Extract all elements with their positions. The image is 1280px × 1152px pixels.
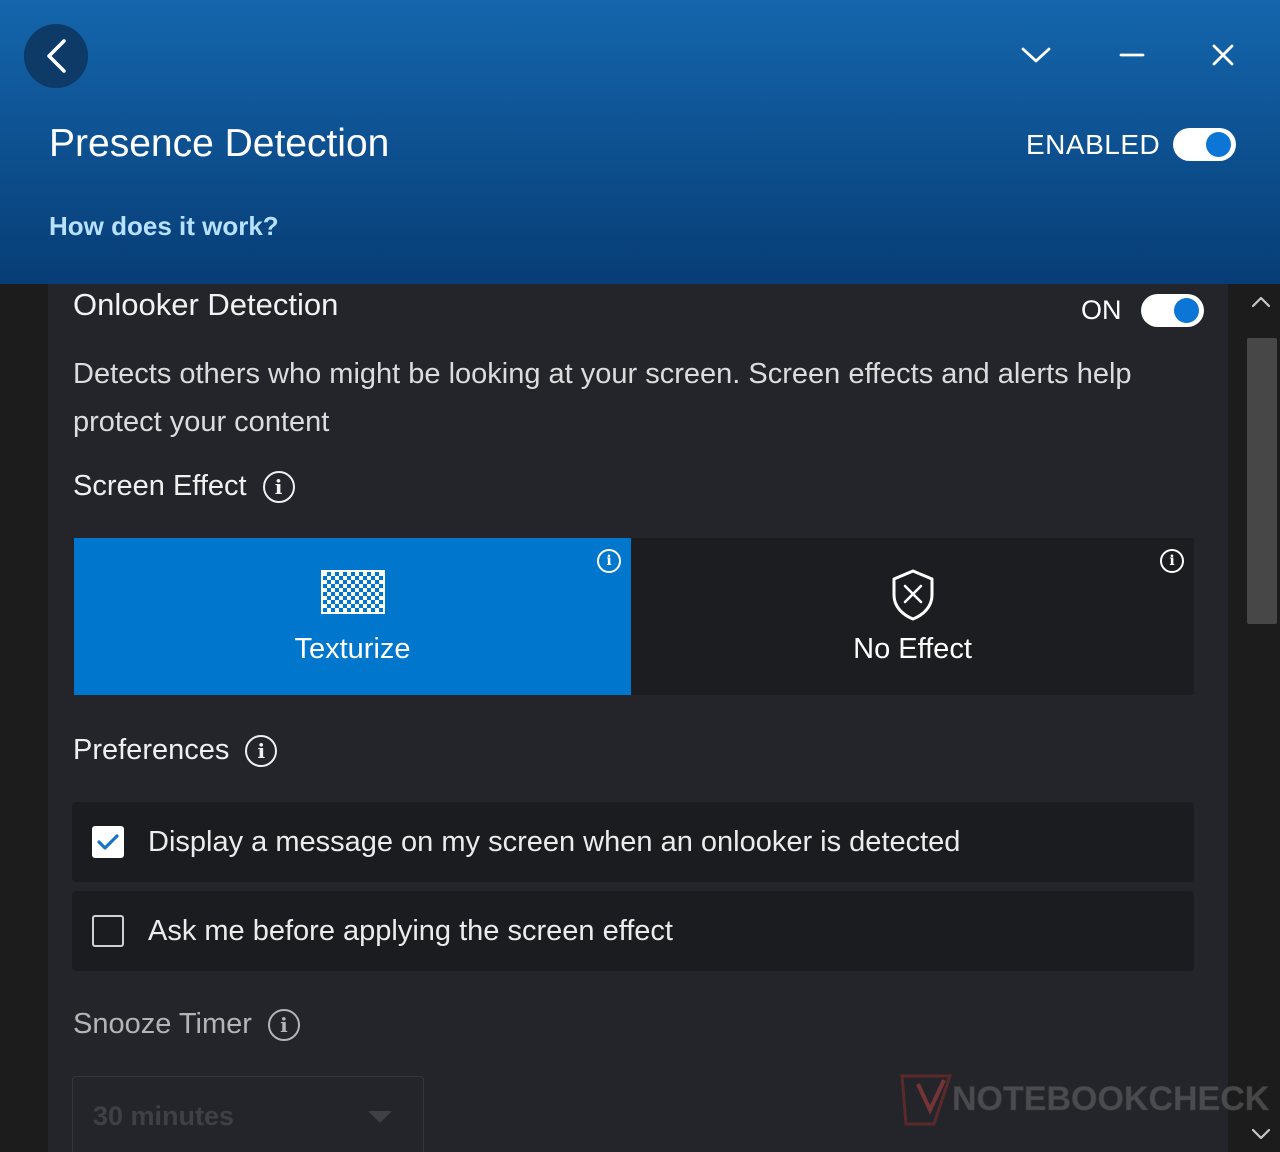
texturize-option[interactable]: Texturize i (74, 538, 631, 695)
snooze-timer-dropdown[interactable]: 30 minutes (72, 1076, 424, 1152)
toggle-knob (1206, 132, 1231, 157)
chevron-left-icon (47, 39, 66, 73)
screen-effect-label: Screen Effect (73, 470, 247, 502)
info-icon[interactable]: i (267, 1008, 300, 1041)
dropdown-arrow-icon (368, 1111, 392, 1123)
info-icon[interactable]: i (262, 470, 295, 503)
minimize-icon (1119, 53, 1145, 57)
no-effect-label: No Effect (853, 633, 972, 665)
checkmark-icon (97, 834, 119, 850)
shield-x-icon (892, 569, 934, 621)
minimize-button[interactable] (1107, 30, 1157, 80)
ask-before-label: Ask me before applying the screen effect (148, 914, 673, 947)
snooze-timer-label: Snooze Timer (73, 1008, 252, 1040)
no-effect-option[interactable]: No Effect i (631, 538, 1194, 695)
collapse-button[interactable] (1011, 30, 1061, 80)
close-icon (1212, 44, 1234, 66)
page-title: Presence Detection (49, 122, 390, 165)
screen-effect-heading: Screen Effect i (73, 470, 295, 503)
close-button[interactable] (1198, 30, 1248, 80)
checkerboard-icon (321, 570, 385, 614)
display-message-label: Display a message on my screen when an o… (148, 825, 961, 858)
ask-before-checkbox[interactable] (92, 915, 124, 947)
info-icon[interactable]: i (597, 549, 621, 573)
info-icon[interactable]: i (1160, 549, 1184, 573)
onlooker-description: Detects others who might be looking at y… (73, 358, 1132, 438)
header-bar: Presence Detection ENABLED How does it w… (0, 0, 1280, 284)
enabled-label: ENABLED (1026, 129, 1161, 160)
back-button[interactable] (24, 24, 88, 88)
preferences-heading: Preferences i (73, 734, 278, 767)
chevron-down-icon (1021, 47, 1051, 63)
watermark-text: NOTEBOOKCHECK (952, 1080, 1270, 1118)
how-does-it-work-link[interactable]: How does it work? (49, 211, 279, 242)
presence-detection-toggle[interactable] (1173, 128, 1236, 161)
onlooker-detection-title: Onlooker Detection (73, 287, 339, 322)
scroll-up-button[interactable] (1249, 290, 1273, 314)
preference-row-display-message[interactable]: Display a message on my screen when an o… (72, 802, 1194, 882)
scrollbar-thumb[interactable] (1247, 338, 1277, 624)
chevron-up-icon (1251, 296, 1271, 308)
toggle-knob (1174, 298, 1199, 323)
snooze-timer-value: 30 minutes (93, 1101, 235, 1131)
preferences-label: Preferences (73, 734, 230, 766)
onlooker-toggle-label: ON (1081, 295, 1122, 325)
snooze-timer-heading: Snooze Timer i (73, 1008, 300, 1041)
preference-row-ask-before[interactable]: Ask me before applying the screen effect (72, 891, 1194, 971)
display-message-checkbox[interactable] (92, 826, 124, 858)
info-icon[interactable]: i (245, 734, 278, 767)
onlooker-detection-toggle[interactable] (1141, 294, 1204, 327)
texturize-label: Texturize (294, 633, 411, 665)
notebookcheck-watermark: NOTEBOOKCHECK (900, 1074, 1270, 1126)
